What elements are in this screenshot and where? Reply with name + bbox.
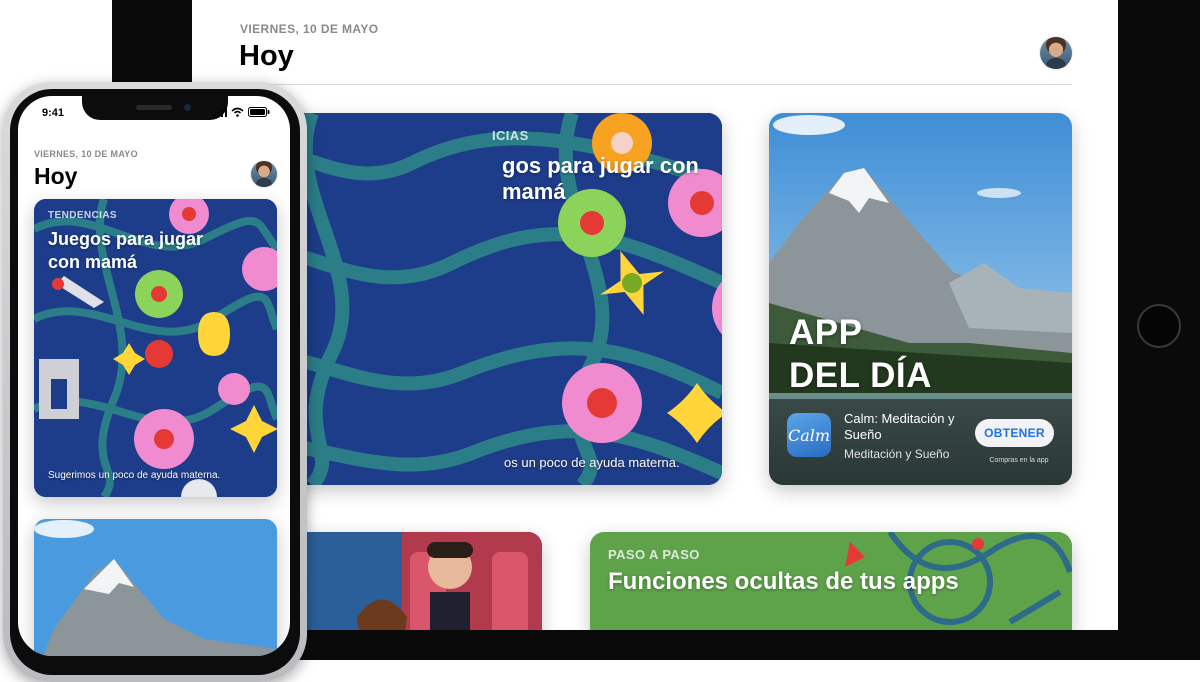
app-of-day-title: APP DEL DÍA	[789, 311, 932, 397]
ipad-home-button[interactable]	[1137, 304, 1181, 348]
iphone-screen: 9:41 VIERNES, 10 DE MAYO Hoy TENDENCIAS …	[18, 96, 290, 656]
iphone-featured-card[interactable]: TENDENCIAS Juegos para jugar con mamá Su…	[34, 199, 277, 497]
ipad-page-title: Hoy	[239, 40, 294, 72]
status-time: 9:41	[42, 107, 65, 119]
ipad-header-divider	[240, 84, 1072, 85]
paso-card-heading: Funciones ocultas de tus apps	[608, 568, 959, 595]
iphone-card-caption: Sugerimos un poco de ayuda materna.	[48, 470, 221, 481]
ipad-card-caption: os un poco de ayuda materna.	[504, 455, 680, 470]
status-icons	[213, 107, 270, 117]
ipad-card-heading: gos para jugar con mamá	[502, 153, 699, 204]
paso-a-paso-card[interactable]: PASO A PASO Funciones ocultas de tus app…	[590, 532, 1072, 630]
ipad-screen: VIERNES, 10 DE MAYO Hoy ICIAS gos para j…	[192, 0, 1118, 630]
iphone-app-of-day-card[interactable]	[34, 519, 277, 656]
ipad-user-avatar[interactable]	[1040, 37, 1072, 69]
app-info-bar: Calm Calm: Meditación y Sueño Meditación…	[769, 399, 1072, 485]
front-camera	[184, 104, 191, 111]
iphone-page-title: Hoy	[34, 163, 78, 189]
iphone-card-label: TENDENCIAS	[48, 210, 118, 221]
ipad-date: VIERNES, 10 DE MAYO	[240, 22, 379, 36]
ipad-card-label: ICIAS	[492, 128, 529, 143]
app-subtitle: Meditación y Sueño	[844, 447, 950, 461]
iphone-mountain-image	[34, 519, 277, 656]
signal-icon	[213, 107, 227, 117]
battery-icon	[248, 107, 270, 117]
app-of-day-title-line2: DEL DÍA	[789, 356, 932, 395]
cinema-card[interactable]	[292, 532, 542, 630]
speaker-grille	[136, 105, 172, 110]
iphone-date: VIERNES, 10 DE MAYO	[34, 149, 138, 159]
app-of-the-day-card[interactable]: APP DEL DÍA Calm Calm: Meditación y Sueñ…	[769, 113, 1072, 485]
app-name: Calm: Meditación y Sueño	[844, 411, 955, 442]
app-of-day-title-line1: APP	[789, 313, 863, 352]
get-button[interactable]: OBTENER	[975, 419, 1054, 447]
iphone-card-heading: Juegos para jugar con mamá	[48, 229, 204, 272]
wifi-icon	[231, 107, 244, 117]
calm-app-icon[interactable]: Calm	[787, 413, 831, 457]
iphone-user-avatar[interactable]	[251, 161, 277, 187]
paso-card-label: PASO A PASO	[608, 547, 700, 562]
cinema-illustration	[292, 532, 542, 630]
in-app-purchases-note: Compras en la app	[989, 457, 1049, 464]
